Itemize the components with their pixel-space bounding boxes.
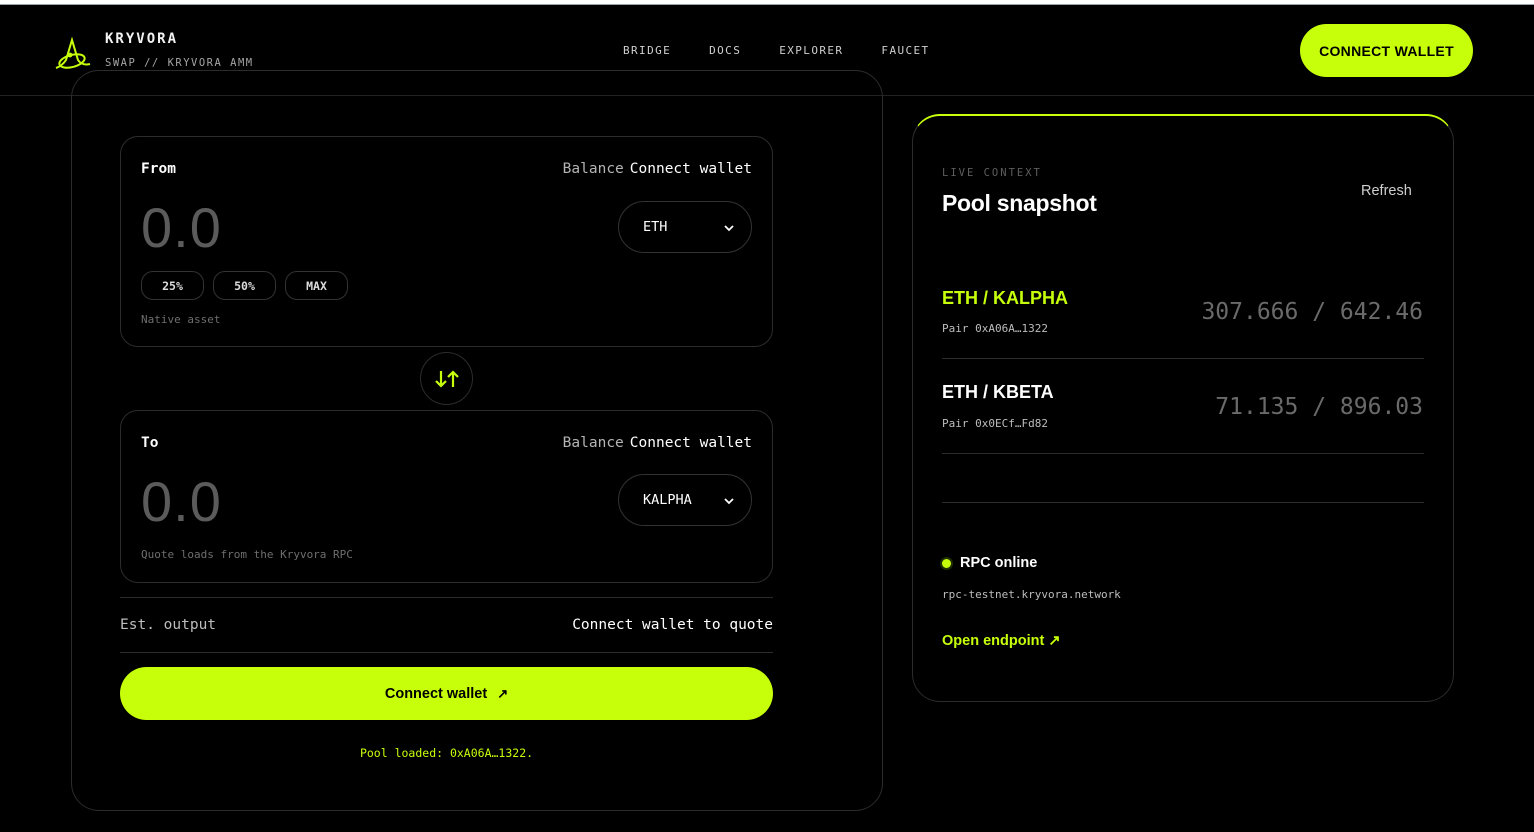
to-balance-label: Balance — [562, 435, 624, 451]
brand-subtitle: SWAP // KRYVORA AMM — [105, 57, 254, 69]
divider — [942, 502, 1424, 503]
pair-reserves: 71.135 / 896.03 — [1215, 394, 1423, 420]
from-token-select[interactable]: ETH — [618, 201, 752, 253]
live-context-label: LIVE CONTEXT — [942, 167, 1042, 179]
main-nav: BRIDGE DOCS EXPLORER FAUCET — [623, 44, 968, 57]
swap-direction-button[interactable] — [420, 352, 473, 405]
status-message: Pool loaded: 0xA06A…1322. — [359, 746, 534, 760]
chevron-down-icon — [724, 225, 734, 232]
nav-bridge[interactable]: BRIDGE — [623, 44, 671, 57]
percent-25-button[interactable]: 25% — [141, 271, 204, 300]
refresh-button[interactable]: Refresh — [1361, 183, 1412, 199]
est-output-label: Est. output — [120, 617, 217, 633]
connect-wallet-button[interactable]: Connect wallet ↗ — [120, 667, 773, 720]
to-amount-output: 0.0 — [141, 470, 222, 533]
from-card: From Balance Connect wallet 0.0 ETH 25% 5… — [120, 136, 773, 347]
to-hint: Quote loads from the Kryvora RPC — [141, 548, 353, 561]
pair-name[interactable]: ETH / KBETA — [942, 382, 1054, 403]
open-endpoint-link[interactable]: Open endpoint ↗ — [942, 633, 1060, 649]
pair-address: Pair 0x0ECf…Fd82 — [942, 417, 1048, 430]
divider — [942, 453, 1424, 454]
rpc-status-dot-icon — [942, 559, 951, 568]
to-token-select[interactable]: KALPHA — [618, 474, 752, 526]
est-output-value: Connect wallet to quote — [572, 617, 773, 633]
pair-name[interactable]: ETH / KALPHA — [942, 288, 1068, 309]
kryvora-logo-icon[interactable] — [52, 34, 92, 74]
rpc-status: RPC online — [960, 555, 1038, 571]
chevron-down-icon — [724, 498, 734, 505]
from-amount-input[interactable]: 0.0 — [141, 195, 222, 260]
pair-address: Pair 0xA06A…1322 — [942, 322, 1048, 335]
divider — [120, 652, 773, 653]
pair-reserves: 307.666 / 642.46 — [1201, 299, 1423, 325]
to-balance-value: Connect wallet — [629, 435, 752, 451]
from-balance-value: Connect wallet — [629, 161, 752, 177]
to-card: To Balance Connect wallet 0.0 KALPHA Quot… — [120, 410, 773, 583]
swap-arrows-icon — [434, 369, 459, 388]
from-balance-label: Balance — [562, 161, 624, 177]
percent-buttons: 25% 50% MAX — [141, 271, 357, 300]
percent-50-button[interactable]: 50% — [213, 271, 276, 300]
connect-wallet-header-button[interactable]: CONNECT WALLET — [1300, 24, 1473, 77]
brand-title: KRYVORA — [105, 31, 179, 47]
nav-explorer[interactable]: EXPLORER — [779, 44, 843, 57]
max-button[interactable]: MAX — [285, 271, 348, 300]
nav-faucet[interactable]: FAUCET — [881, 44, 929, 57]
cta-label: Connect wallet — [384, 685, 488, 702]
from-label: From — [141, 161, 176, 177]
to-token-label: KALPHA — [643, 492, 692, 508]
from-hint: Native asset — [141, 313, 221, 326]
from-balance: Balance Connect wallet — [563, 161, 752, 177]
nav-docs[interactable]: DOCS — [709, 44, 741, 57]
from-token-label: ETH — [643, 219, 668, 235]
to-balance: Balance Connect wallet — [563, 435, 752, 451]
divider — [942, 358, 1424, 359]
pool-snapshot-title: Pool snapshot — [942, 190, 1097, 216]
to-label: To — [141, 435, 159, 451]
divider — [120, 597, 773, 598]
rpc-url: rpc-testnet.kryvora.network — [942, 588, 1121, 601]
external-arrow-icon: ↗ — [497, 685, 509, 701]
